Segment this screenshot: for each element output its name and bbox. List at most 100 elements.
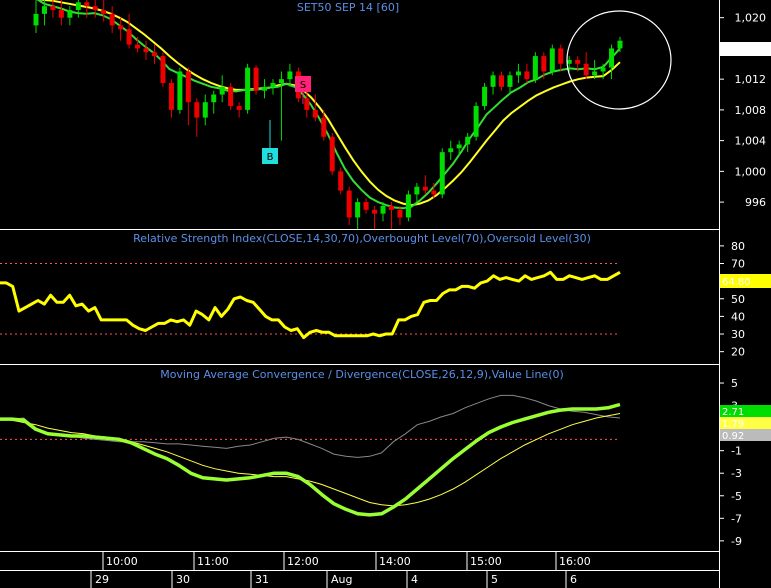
rsi-last-value: 64.80 <box>722 277 751 288</box>
rsi-y-tick-label: 20 <box>731 346 745 359</box>
candle-body <box>75 2 81 10</box>
candle-body <box>388 205 394 210</box>
date-tick-label: 4 <box>411 573 418 586</box>
candle-body <box>490 75 496 87</box>
candle-body <box>118 25 124 30</box>
candle-body <box>101 9 107 14</box>
candle-body <box>126 29 132 45</box>
histogram-value: 0.92 <box>722 431 744 442</box>
candle-body <box>346 190 352 218</box>
macd-y-tick-label: -1 <box>731 445 742 458</box>
buy-marker-label: B <box>267 152 274 163</box>
candle-body <box>405 194 411 218</box>
date-tick-label: 5 <box>491 573 498 586</box>
date-tick-label: Aug <box>331 573 352 586</box>
candle-body <box>262 86 268 91</box>
candle-body <box>58 9 64 18</box>
time-tick-label: 11:00 <box>197 555 229 568</box>
candle-body <box>177 71 183 110</box>
candle-body <box>558 48 564 64</box>
candle-body <box>524 71 530 80</box>
candle-body <box>321 117 327 137</box>
candle-body <box>338 171 344 191</box>
macd-title: Moving Average Convergence / Divergence(… <box>160 368 564 381</box>
time-tick-label: 12:00 <box>287 555 319 568</box>
candle-body <box>143 48 149 53</box>
chart-canvas: 1,0201,0161,0121,0081,0041,000996 807060… <box>0 0 771 588</box>
candle-body <box>414 186 420 195</box>
candle-body <box>253 67 259 91</box>
candle-body <box>600 67 606 72</box>
price-y-tick-label: 1,004 <box>735 135 767 148</box>
price-y-tick-label: 1,020 <box>735 12 767 25</box>
candle-body <box>549 48 555 72</box>
candle-body <box>456 144 462 149</box>
date-tick-label: 29 <box>95 573 109 586</box>
price-y-tick-label: 1,000 <box>735 165 767 178</box>
rsi-title: Relative Strength Index(CLOSE,14,30,70),… <box>133 232 591 245</box>
candle-body <box>575 59 581 64</box>
candle-body <box>312 109 318 118</box>
candle-body <box>372 209 378 214</box>
price-y-tick-label: 1,008 <box>735 104 767 117</box>
candle-body <box>41 6 47 14</box>
price-last-badge: 1,018.30 <box>720 42 771 56</box>
candle-body <box>109 13 115 26</box>
candle-body <box>422 186 428 191</box>
candle-body <box>431 190 437 195</box>
candle-body <box>465 136 471 145</box>
macd-y-tick-label: -3 <box>731 467 742 480</box>
time-tick-label: 14:00 <box>379 555 411 568</box>
candle-body <box>448 148 454 153</box>
candle-body <box>541 56 547 72</box>
candle-body <box>84 2 90 7</box>
macd-y-tick-label: -5 <box>731 490 742 503</box>
price-y-tick-label: 996 <box>745 196 766 209</box>
candle-body <box>583 63 589 76</box>
macd-y-tick-label: -7 <box>731 512 742 525</box>
price-y-tick-label: 1,012 <box>735 73 767 86</box>
price-chart-title: SET50 SEP 14 [60] <box>297 1 399 14</box>
date-tick-label: 6 <box>570 573 577 586</box>
candle-body <box>151 52 157 57</box>
macd-badges: 2.71 1.79 0.92 <box>720 405 771 442</box>
rsi-y-tick-label: 80 <box>731 240 745 253</box>
candle-body <box>185 71 191 103</box>
candle-body <box>67 9 73 18</box>
time-tick-label: 16:00 <box>559 555 591 568</box>
candle-body <box>278 79 284 83</box>
candle-body <box>592 71 598 76</box>
candle-body <box>202 102 208 118</box>
time-tick-label: 10:00 <box>106 555 138 568</box>
candle-body <box>329 136 335 172</box>
candle-body <box>363 202 369 210</box>
candle-body <box>482 86 488 107</box>
signal-value: 1.79 <box>722 419 744 430</box>
rsi-y-tick-label: 30 <box>731 328 745 341</box>
candle-body <box>92 6 98 10</box>
rsi-y-tick-label: 70 <box>731 258 745 271</box>
chart-background <box>0 0 771 588</box>
rsi-y-tick-label: 40 <box>731 310 745 323</box>
candle-body <box>236 106 242 110</box>
candle-body <box>304 98 310 110</box>
candle-body <box>532 56 538 80</box>
candle-body <box>439 152 445 195</box>
candle-body <box>160 56 166 83</box>
candle-body <box>355 202 361 218</box>
candle-body <box>515 71 521 76</box>
rsi-last-badge: 64.80 <box>720 274 771 288</box>
candle-body <box>211 94 217 103</box>
macd-value: 2.71 <box>722 407 744 418</box>
candle-body <box>473 106 479 137</box>
candle-body <box>194 102 200 118</box>
macd-y-tick-label: -9 <box>731 535 742 548</box>
macd-y-tick-label: 5 <box>731 377 738 390</box>
candle-body <box>380 205 386 214</box>
candle-body <box>228 86 234 107</box>
candle-body <box>168 82 174 110</box>
sell-marker-label: S <box>300 80 306 91</box>
candle-body <box>135 44 141 49</box>
candle-body <box>270 82 276 87</box>
candle-body <box>507 75 513 87</box>
